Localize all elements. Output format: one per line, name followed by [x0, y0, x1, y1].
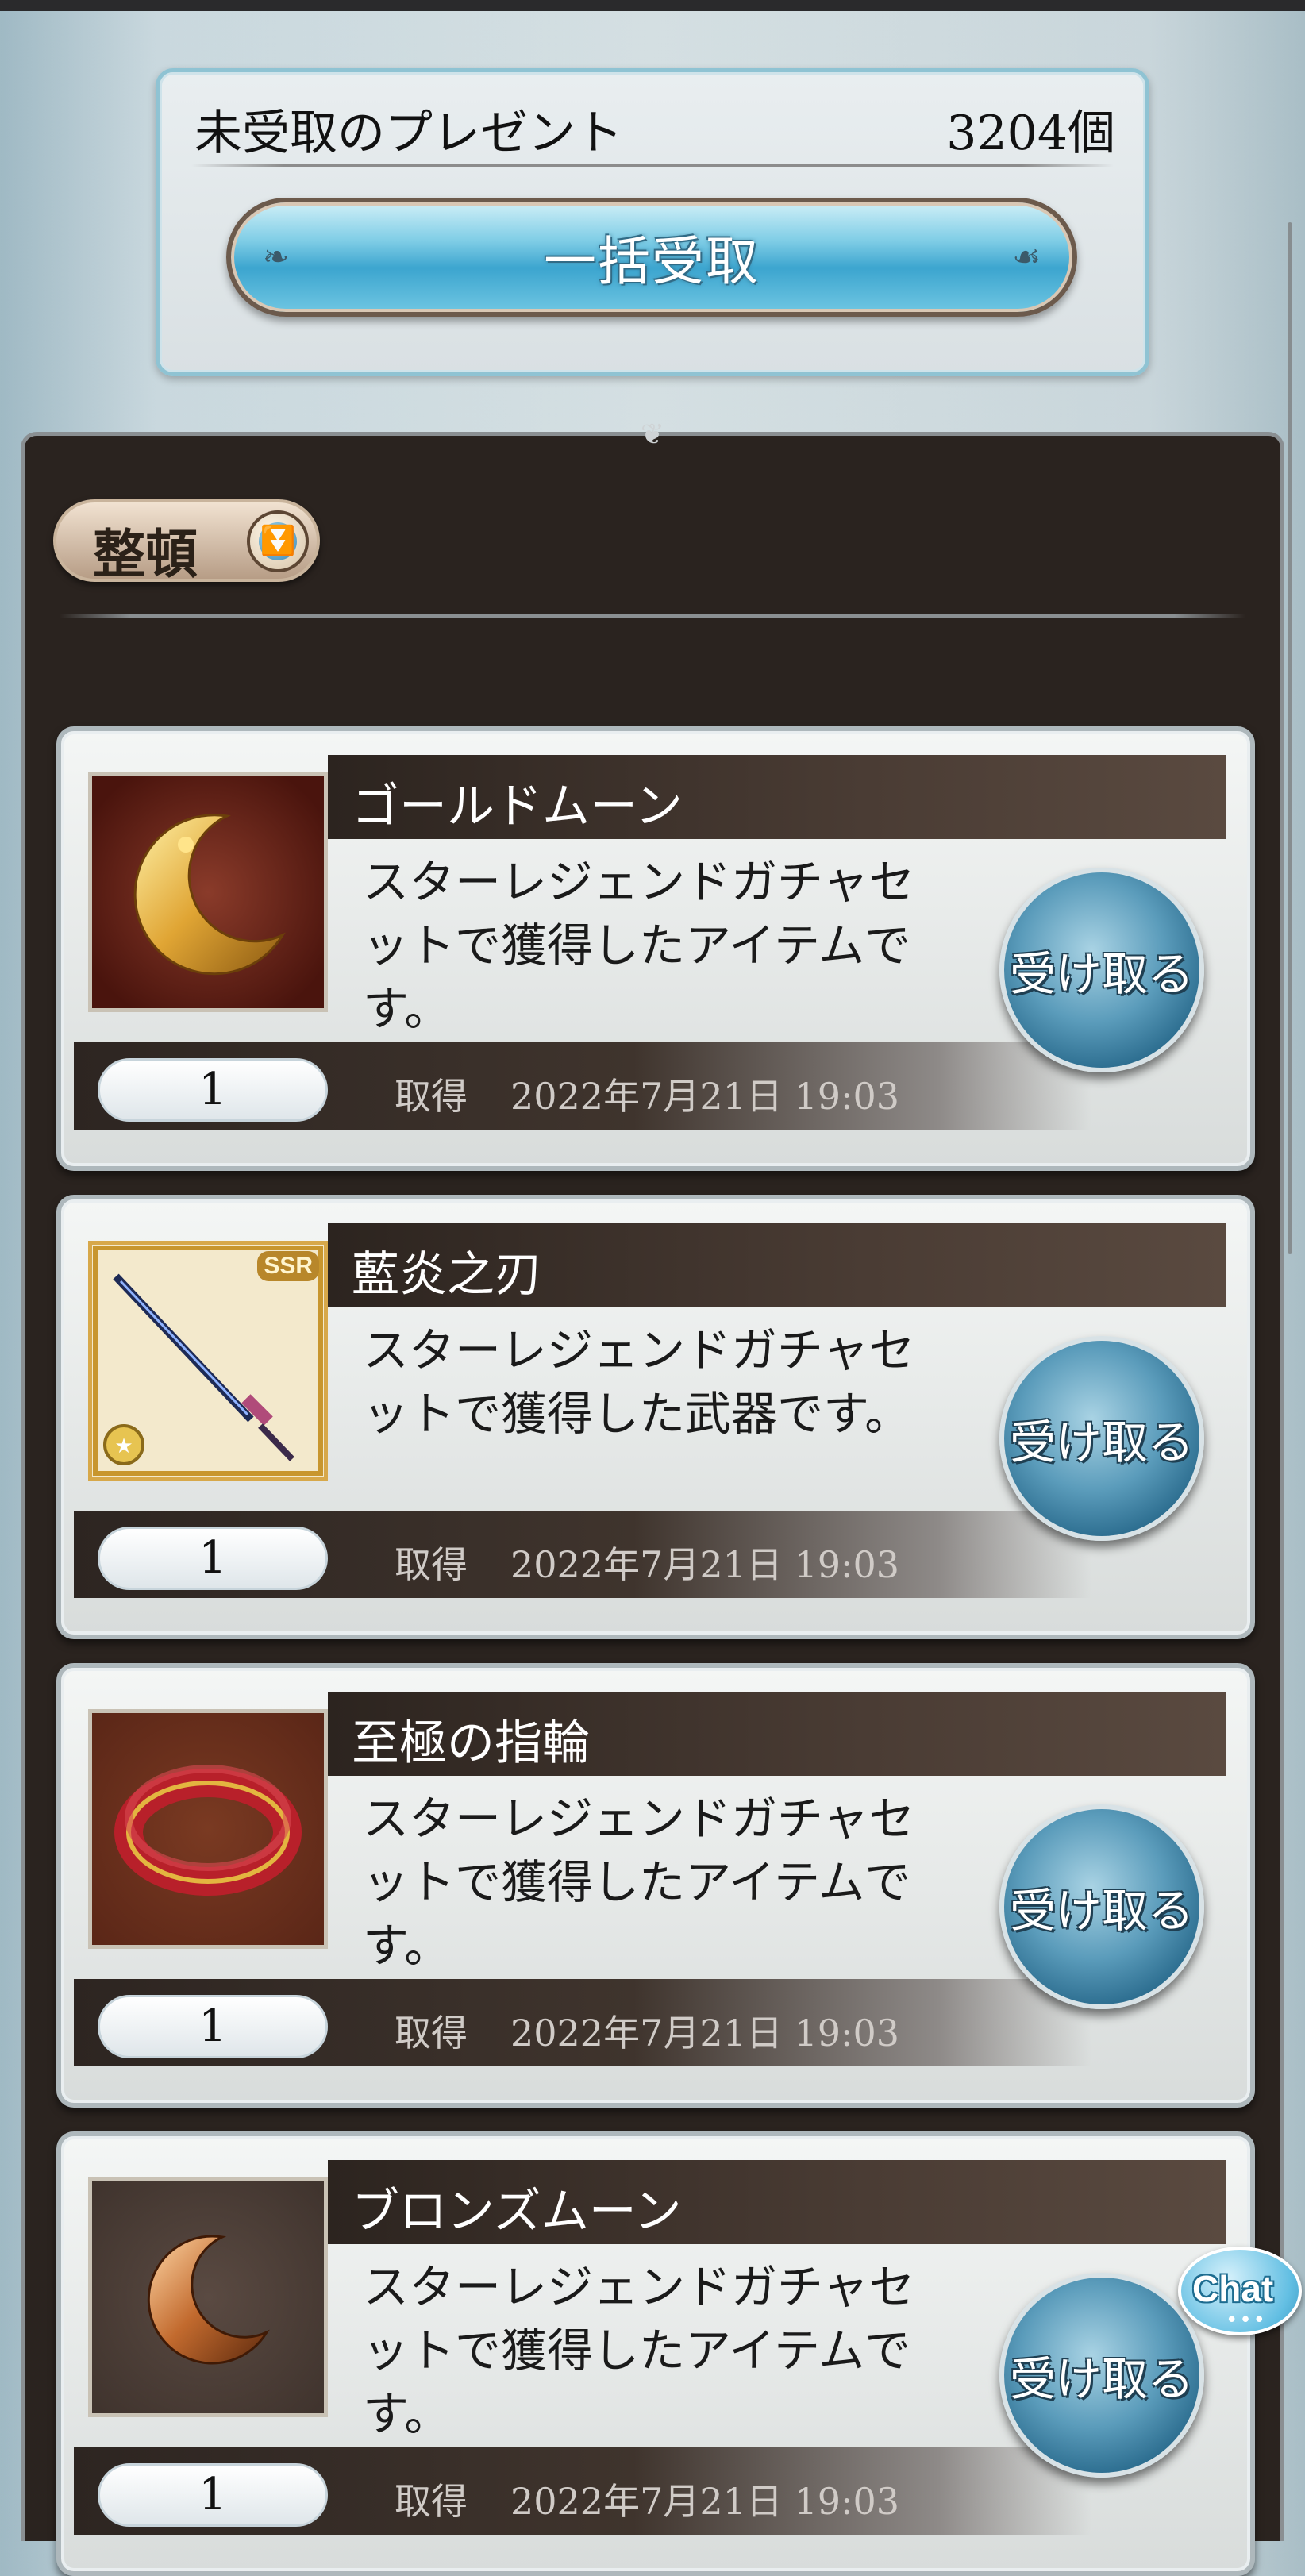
- present-item: 至極の指輪 スターレジェンドガチャセ ットで獲得したアイテムで す。 1 取得 …: [56, 1663, 1255, 2108]
- quantity-badge: 1: [98, 1058, 328, 1122]
- ring-icon: [88, 1709, 328, 1949]
- chat-bubble-icon: Chat •••: [1178, 2247, 1302, 2335]
- receive-all-button[interactable]: ❧ 一括受取 ☙: [226, 198, 1077, 317]
- chat-button[interactable]: Chat •••: [1178, 2247, 1305, 2351]
- item-name-strip: ゴールドムーン: [328, 755, 1226, 839]
- receive-label: 受け取る: [1009, 1415, 1194, 1469]
- panel-divider: [60, 614, 1245, 618]
- present-item: ゴールドムーン スターレジェンドガチャセ ットで獲得したアイテムで す。 1 取…: [56, 726, 1255, 1171]
- receive-button[interactable]: 受け取る: [999, 868, 1204, 1072]
- chat-label: Chat: [1192, 2268, 1274, 2309]
- acquired-date: 2022年7月21日 19:03: [510, 1075, 900, 1118]
- receive-all-label: 一括受取: [544, 231, 760, 292]
- quantity-value: 1: [198, 1532, 227, 1584]
- quantity-value: 1: [198, 2000, 227, 2052]
- quantity-value: 1: [198, 1064, 227, 1115]
- sort-label: 整頓: [93, 524, 198, 585]
- receive-label: 受け取る: [1009, 1884, 1194, 1938]
- quantity-badge: 1: [98, 2463, 328, 2527]
- item-name-strip: 藍炎之刃: [328, 1223, 1226, 1307]
- item-name: ゴールドムーン: [352, 779, 683, 834]
- sword-icon: ★ SSR: [88, 1241, 328, 1481]
- acquired-label: 取得: [395, 1543, 468, 1586]
- scrollbar[interactable]: [1288, 222, 1292, 1254]
- receive-button[interactable]: 受け取る: [999, 1336, 1204, 1541]
- acquired-date: 2022年7月21日 19:03: [510, 2480, 900, 2523]
- status-bar: [0, 0, 1305, 11]
- item-name: 至極の指輪: [352, 1715, 590, 1771]
- acquired-label: 取得: [395, 2012, 468, 2054]
- quantity-badge: 1: [98, 1995, 328, 2058]
- item-description: スターレジェンドガチャセ ットで獲得したアイテムで す。: [363, 2260, 915, 2441]
- chat-dots: •••: [1226, 2308, 1268, 2332]
- item-name-strip: 至極の指輪: [328, 1692, 1226, 1776]
- item-description: スターレジェンドガチャセ ットで獲得したアイテムで す。: [363, 1792, 915, 1973]
- svg-text:★: ★: [114, 1434, 133, 1458]
- receive-button[interactable]: 受け取る: [999, 1804, 1204, 2009]
- item-name: ブロンズムーン: [352, 2184, 682, 2239]
- gold-moon-icon: [88, 772, 328, 1012]
- quantity-value: 1: [198, 2469, 227, 2520]
- panel-ornament-icon: ❦: [640, 418, 665, 451]
- bronze-moon-icon: [88, 2177, 328, 2417]
- present-count: 3204個: [946, 106, 1115, 161]
- item-description: スターレジェンドガチャセ ットで獲得したアイテムで す。: [363, 855, 915, 1036]
- item-name: 藍炎之刃: [352, 1247, 542, 1303]
- item-description: スターレジェンドガチャセ ットで獲得した武器です。: [363, 1323, 915, 1441]
- receive-label: 受け取る: [1009, 947, 1194, 1001]
- present-list-panel: ❦ 整頓 ⏬ ゴールドムーン スターレジェンドガチャセ ットで獲得したアイテムで…: [21, 418, 1284, 2576]
- present-item: ★ SSR 藍炎之刃 スターレジェンドガチャセ ットで獲得した武器です。 1 取…: [56, 1195, 1255, 1639]
- acquired-label: 取得: [395, 1075, 468, 1118]
- unreceived-presents-panel: 未受取のプレゼント 3204個 ❧ 一括受取 ☙: [156, 68, 1149, 376]
- ornament-left-icon: ❧: [263, 239, 290, 275]
- quantity-badge: 1: [98, 1527, 328, 1590]
- sort-button[interactable]: 整頓 ⏬: [53, 499, 320, 585]
- receive-button[interactable]: 受け取る: [999, 2273, 1204, 2478]
- chevron-down-icon: ⏬: [247, 510, 309, 572]
- item-name-strip: ブロンズムーン: [328, 2160, 1226, 2244]
- page-title: 未受取のプレゼント: [194, 106, 623, 161]
- receive-label: 受け取る: [1009, 2352, 1194, 2406]
- rarity-badge: SSR: [257, 1251, 319, 1281]
- acquired-date: 2022年7月21日 19:03: [510, 2012, 900, 2054]
- acquired-label: 取得: [395, 2480, 468, 2523]
- ornament-right-icon: ☙: [1012, 239, 1041, 275]
- acquired-date: 2022年7月21日 19:03: [510, 1543, 900, 1586]
- header-divider: [191, 164, 1114, 167]
- present-item: ブロンズムーン スターレジェンドガチャセ ットで獲得したアイテムで す。 1 取…: [56, 2131, 1255, 2576]
